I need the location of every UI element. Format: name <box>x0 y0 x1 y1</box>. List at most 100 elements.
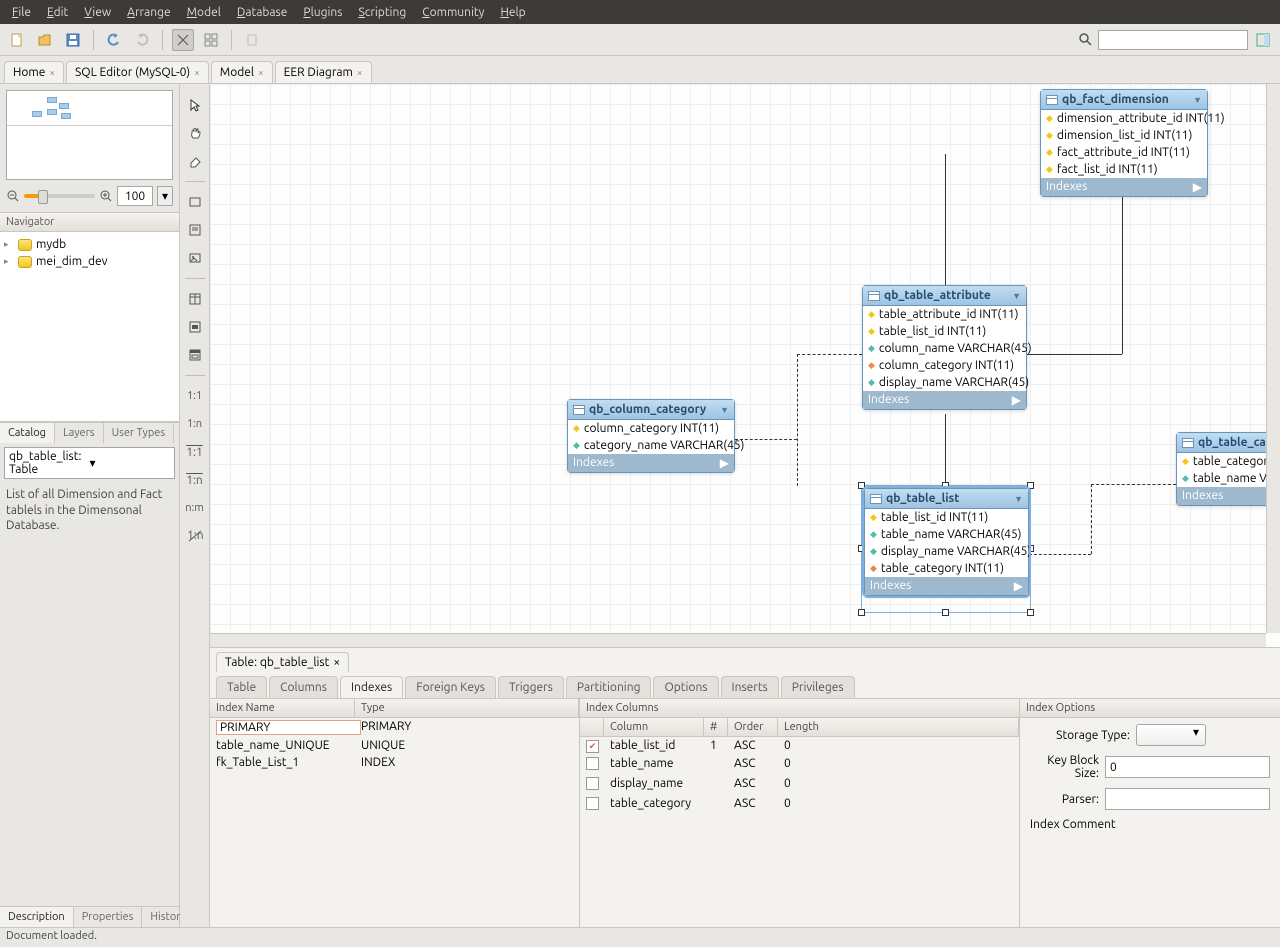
open-file-icon[interactable] <box>34 29 56 51</box>
catalog-tree[interactable]: ▸mydb ▸mei_dim_dev <box>0 232 179 422</box>
tab-properties[interactable]: Properties <box>74 907 143 927</box>
tree-item-mydb[interactable]: ▸mydb <box>4 236 175 253</box>
menu-plugins[interactable]: Plugins <box>295 6 350 19</box>
col-header-num[interactable]: # <box>704 718 728 737</box>
subtab-partitioning[interactable]: Partitioning <box>566 676 652 698</box>
col-header-type[interactable]: Type <box>355 699 579 718</box>
col-header-column[interactable]: Column <box>604 718 704 737</box>
bottom-tab-table[interactable]: Table: qb_table_list× <box>216 652 349 672</box>
entity-qb-table-list[interactable]: qb_table_list▼ ◆table_list_id INT(11) ◆t… <box>864 488 1029 596</box>
tab-user-types[interactable]: User Types <box>104 423 175 443</box>
new-file-icon[interactable] <box>6 29 28 51</box>
tab-home[interactable]: Home× <box>4 61 64 83</box>
rel-1-1-icon[interactable]: 1:1 <box>184 385 206 407</box>
storage-type-label: Storage Type: <box>1030 729 1130 742</box>
rel-1-n-icon[interactable]: 1:n <box>184 413 206 435</box>
tab-description[interactable]: Description <box>0 907 74 927</box>
zoom-input[interactable] <box>117 186 153 206</box>
menu-model[interactable]: Model <box>179 6 229 19</box>
subtab-triggers[interactable]: Triggers <box>498 676 564 698</box>
menu-edit[interactable]: Edit <box>39 6 76 19</box>
menu-scripting[interactable]: Scripting <box>350 6 414 19</box>
menu-community[interactable]: Community <box>414 6 492 19</box>
menu-arrange[interactable]: Arrange <box>119 6 178 19</box>
subtab-options[interactable]: Options <box>653 676 718 698</box>
checkbox-icon[interactable] <box>586 797 599 810</box>
rel-n-m-icon[interactable]: n:m <box>184 497 206 519</box>
checkbox-icon[interactable] <box>586 777 599 790</box>
entity-qb-column-category[interactable]: qb_column_category▼ ◆column_category INT… <box>567 399 735 473</box>
col-header-length[interactable]: Length <box>778 718 1019 737</box>
table-tool-icon[interactable] <box>184 288 206 310</box>
tab-layers[interactable]: Layers <box>55 423 104 443</box>
close-icon[interactable]: × <box>357 67 363 78</box>
rel-existing-icon[interactable]: 1:n <box>184 525 206 547</box>
navigator-preview[interactable] <box>6 90 173 180</box>
index-row[interactable]: table_name_UNIQUEUNIQUE <box>210 737 579 754</box>
index-row[interactable]: PRIMARYPRIMARY <box>210 718 579 737</box>
horizontal-scrollbar[interactable] <box>210 633 1266 647</box>
grid-align-icon[interactable] <box>172 29 194 51</box>
checkbox-icon[interactable]: ✔ <box>586 740 599 753</box>
entity-qb-table-category[interactable]: qb_table_category▼ ◆table_category INT(1… <box>1176 432 1280 506</box>
close-icon[interactable]: × <box>333 656 340 669</box>
tab-model[interactable]: Model× <box>211 61 273 83</box>
checkbox-icon[interactable] <box>586 757 599 770</box>
entity-qb-table-attribute[interactable]: qb_table_attribute▼ ◆table_attribute_id … <box>862 285 1027 410</box>
zoom-in-icon[interactable] <box>99 189 113 203</box>
subtab-foreign-keys[interactable]: Foreign Keys <box>405 676 496 698</box>
index-list: Index Name Type PRIMARYPRIMARY table_nam… <box>210 699 580 927</box>
menu-file[interactable]: File <box>4 6 39 19</box>
zoom-dropdown-icon[interactable]: ▾ <box>157 186 173 206</box>
col-header-index-name[interactable]: Index Name <box>210 699 355 718</box>
eraser-tool-icon[interactable] <box>184 150 206 172</box>
diagram-canvas[interactable]: qb_fact_dimension▼ ◆dimension_attribute_… <box>210 84 1280 647</box>
vertical-scrollbar[interactable] <box>1266 84 1280 633</box>
col-header-check[interactable] <box>580 718 604 737</box>
tree-item-mei-dim-dev[interactable]: ▸mei_dim_dev <box>4 253 175 270</box>
image-tool-icon[interactable] <box>184 247 206 269</box>
storage-type-select[interactable]: ▾ <box>1136 724 1206 746</box>
menu-help[interactable]: Help <box>492 6 533 19</box>
subtab-privileges[interactable]: Privileges <box>781 676 855 698</box>
rel-1-n-id-icon[interactable]: 1:n <box>184 469 206 491</box>
hand-tool-icon[interactable] <box>184 122 206 144</box>
view-tool-icon[interactable] <box>184 316 206 338</box>
index-column-row[interactable]: display_nameASC0 <box>580 775 1019 795</box>
rel-1-1-id-icon[interactable]: 1:1 <box>184 441 206 463</box>
index-column-row[interactable]: ✔table_list_id1ASC0 <box>580 737 1019 755</box>
pointer-tool-icon[interactable] <box>184 94 206 116</box>
subtab-indexes[interactable]: Indexes <box>340 676 403 698</box>
index-column-row[interactable]: table_nameASC0 <box>580 755 1019 775</box>
layer-tool-icon[interactable] <box>184 191 206 213</box>
subtab-inserts[interactable]: Inserts <box>721 676 779 698</box>
tab-sql-editor[interactable]: SQL Editor (MySQL-0)× <box>66 61 209 83</box>
key-block-size-input[interactable] <box>1105 756 1270 778</box>
index-row[interactable]: fk_Table_List_1INDEX <box>210 754 579 771</box>
index-column-row[interactable]: table_categoryASC0 <box>580 795 1019 815</box>
redo-icon[interactable] <box>131 29 153 51</box>
parser-input[interactable] <box>1105 788 1270 810</box>
undo-icon[interactable] <box>103 29 125 51</box>
subtab-columns[interactable]: Columns <box>269 676 338 698</box>
menu-database[interactable]: Database <box>229 6 296 19</box>
object-select[interactable]: qb_table_list: Table▾ <box>4 447 175 479</box>
save-icon[interactable] <box>62 29 84 51</box>
routine-tool-icon[interactable] <box>184 344 206 366</box>
search-input[interactable] <box>1098 30 1248 50</box>
subtab-table[interactable]: Table <box>216 676 267 698</box>
tab-catalog[interactable]: Catalog <box>0 423 55 443</box>
close-icon[interactable]: × <box>194 67 200 78</box>
tab-eer-diagram[interactable]: EER Diagram× <box>275 61 372 83</box>
close-icon[interactable]: × <box>258 67 264 78</box>
col-header-order[interactable]: Order <box>728 718 778 737</box>
zoom-out-icon[interactable] <box>6 189 20 203</box>
sidebar-toggle-icon[interactable] <box>1252 29 1274 51</box>
grid-icon[interactable] <box>200 29 222 51</box>
zoom-slider[interactable] <box>24 194 95 198</box>
note-tool-icon[interactable] <box>184 219 206 241</box>
menu-view[interactable]: View <box>76 6 119 19</box>
entity-qb-fact-dimension[interactable]: qb_fact_dimension▼ ◆dimension_attribute_… <box>1040 89 1208 197</box>
page-icon[interactable] <box>241 29 263 51</box>
close-icon[interactable]: × <box>49 67 55 78</box>
